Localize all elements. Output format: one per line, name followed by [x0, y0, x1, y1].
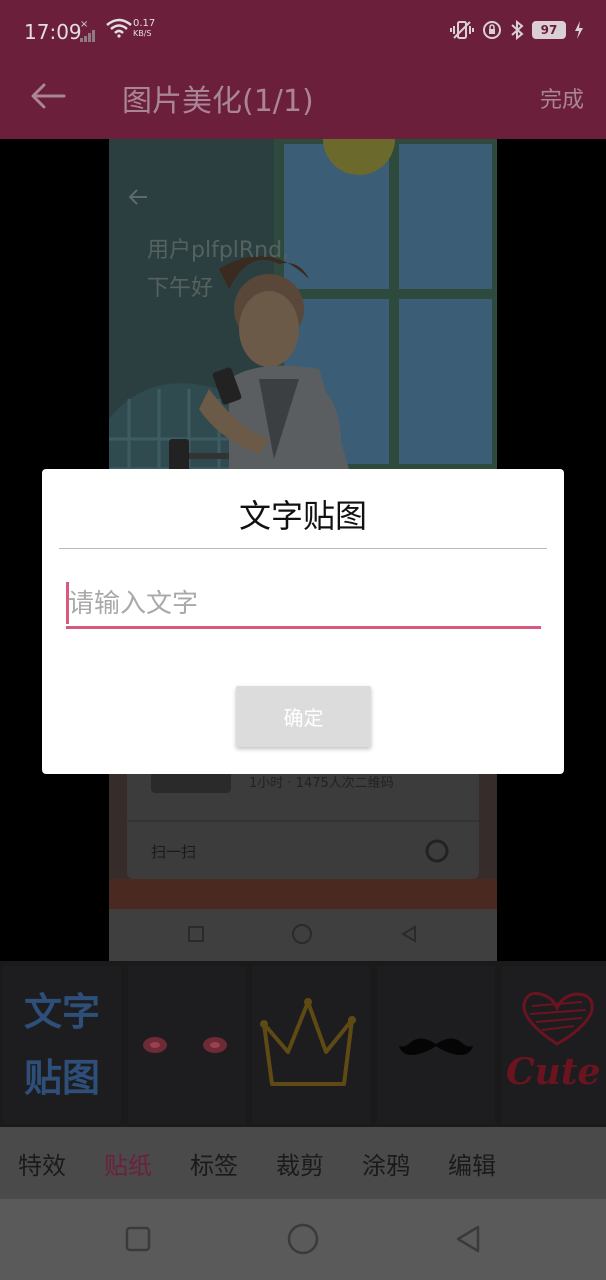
photo-scan-text: 扫一扫 [151, 843, 196, 861]
sticker-cute[interactable]: Cute [502, 966, 606, 1124]
text-input[interactable] [66, 581, 541, 629]
blush-icon [143, 1037, 227, 1053]
home-icon[interactable] [287, 1223, 319, 1255]
tab-labels[interactable]: 标签 [190, 1146, 258, 1181]
battery-level: 97 [540, 23, 558, 37]
heart-icon: Cute [506, 991, 600, 1093]
network-speed: 0.17 KB/S [133, 19, 155, 39]
recent-apps-icon[interactable] [125, 1226, 151, 1252]
sticker-strip[interactable]: 文字 贴图 Cute [0, 961, 606, 1127]
done-button[interactable]: 完成 [540, 82, 584, 114]
photo-greeting-1: 用户plfplRnd, [147, 238, 289, 263]
edit-tabs: 特效 贴纸 标签 裁剪 涂鸦 编辑 [0, 1127, 606, 1199]
sticker-mustache[interactable] [377, 966, 495, 1124]
photo-info-text: 1小时 · 1475人次二维码 [249, 775, 394, 791]
dialog-title: 文字贴图 [238, 497, 367, 535]
vibrate-icon [450, 21, 474, 39]
app-root: 17:09 × 0.17 KB/S 97 图片美化(1/1) 完成 用户plfp… [0, 0, 606, 1280]
status-right-icons: 97 [450, 18, 584, 42]
bluetooth-icon [511, 20, 524, 40]
crown-icon [260, 998, 356, 1086]
tab-crop[interactable]: 裁剪 [276, 1146, 344, 1181]
system-nav-bar [0, 1199, 606, 1280]
sticker-blush[interactable] [128, 966, 246, 1124]
tab-doodle[interactable]: 涂鸦 [362, 1146, 430, 1181]
confirm-button[interactable]: 确定 [236, 686, 371, 747]
tab-stickers[interactable]: 贴纸 [104, 1146, 172, 1181]
signal-icon: × [80, 20, 96, 42]
back-arrow-icon[interactable] [28, 76, 68, 116]
sticker-crown[interactable] [252, 966, 370, 1124]
app-header: 图片美化(1/1) 完成 [0, 60, 606, 139]
page-title: 图片美化(1/1) [122, 84, 314, 119]
charging-icon [575, 21, 583, 39]
speed-unit: KB/S [133, 29, 152, 38]
wifi-icon [106, 18, 132, 38]
cute-label: Cute [506, 1051, 600, 1093]
sticker-text-sticker[interactable]: 文字 贴图 [3, 966, 121, 1124]
status-time: 17:09 [24, 20, 82, 44]
status-bar: 17:09 × 0.17 KB/S 97 [0, 0, 606, 60]
no-sim-indicator: × [80, 19, 89, 30]
tab-effects[interactable]: 特效 [18, 1146, 86, 1181]
back-nav-icon[interactable] [456, 1225, 480, 1253]
tab-edit[interactable]: 编辑 [448, 1146, 516, 1181]
mustache-icon [399, 1038, 473, 1055]
lock-rotation-icon [483, 21, 501, 39]
battery-icon: 97 [532, 21, 566, 39]
sticker-text-line2: 贴图 [23, 1056, 100, 1100]
photo-greeting-2: 下午好 [147, 276, 213, 301]
text-sticker-dialog: 文字贴图 确定 [42, 469, 564, 774]
dialog-divider [59, 548, 547, 549]
speed-value: 0.17 [133, 18, 156, 29]
sticker-text-line1: 文字 [23, 990, 100, 1034]
text-cursor [66, 582, 69, 624]
